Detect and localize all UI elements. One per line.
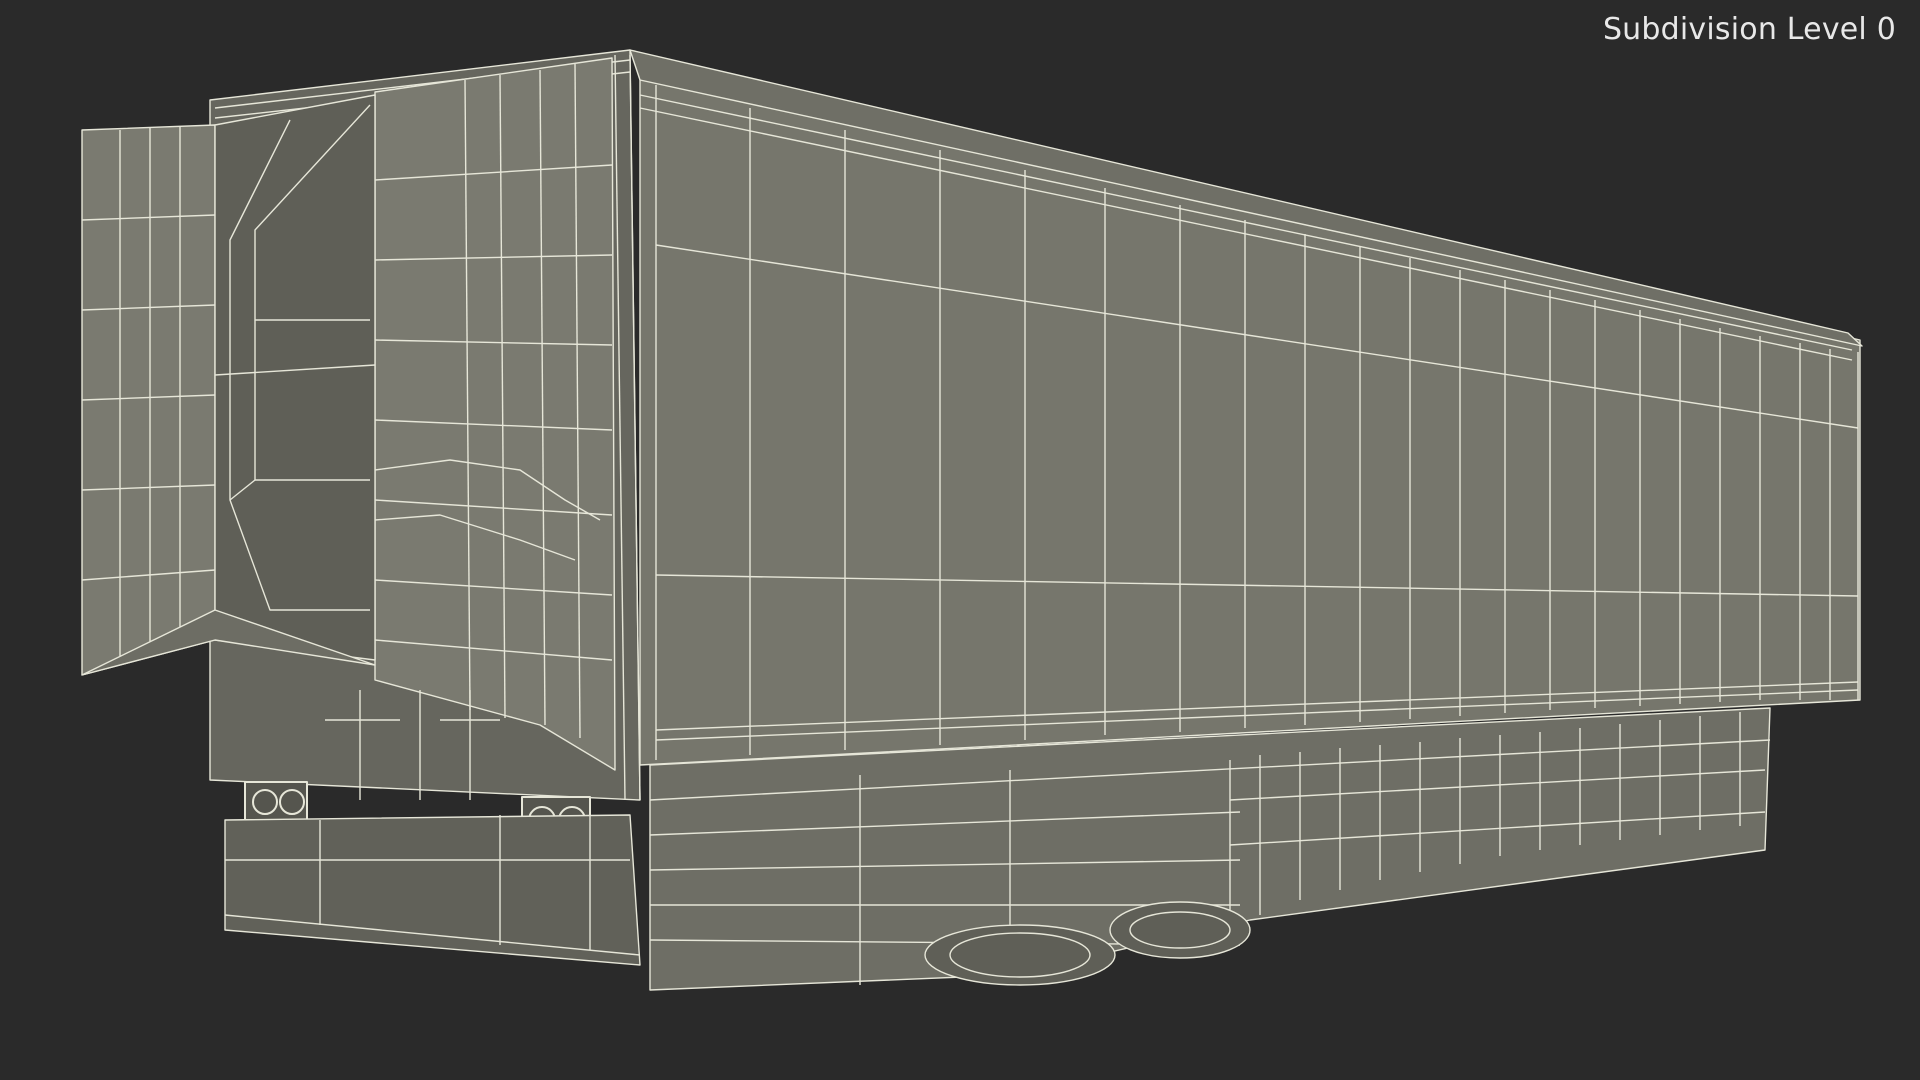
- rear-bumper: [224, 814, 641, 966]
- trailer-side-wall: [639, 57, 1861, 766]
- left-rear-door: [81, 124, 216, 676]
- trailer-wireframe-model[interactable]: [0, 0, 1920, 1080]
- door-hinge-panel: [214, 94, 376, 661]
- 3d-viewport[interactable]: Subdivision Level 0: [0, 0, 1920, 1080]
